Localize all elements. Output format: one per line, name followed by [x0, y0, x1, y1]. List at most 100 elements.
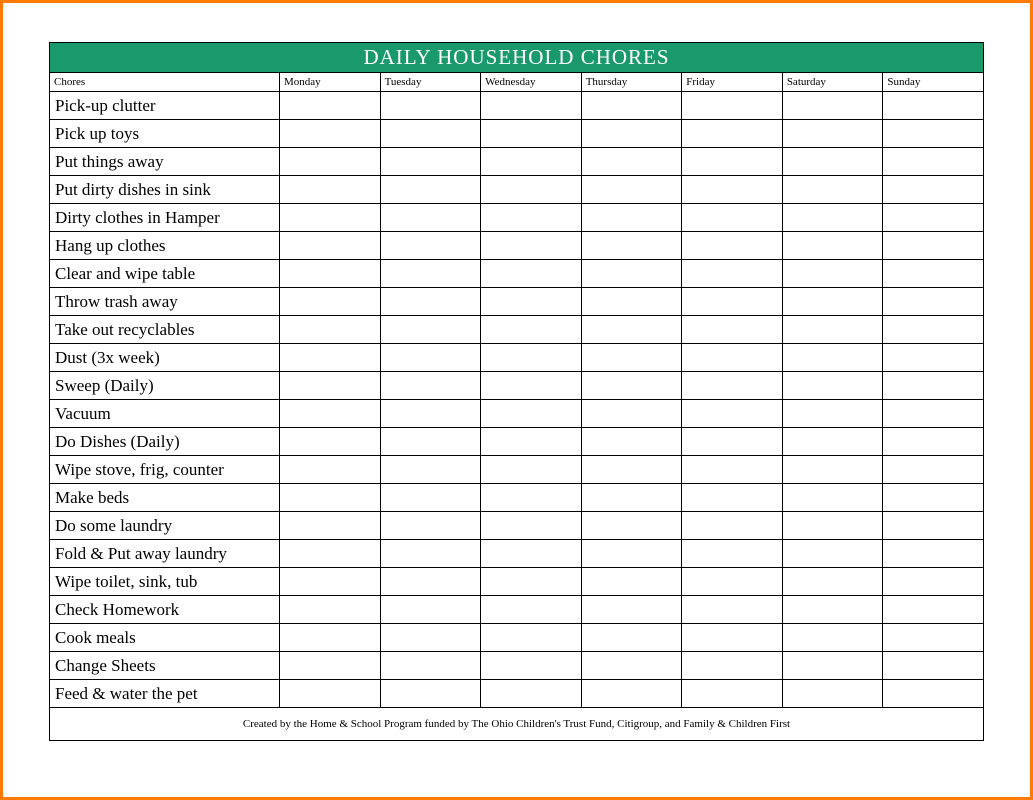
chore-day-cell[interactable] — [380, 540, 481, 568]
chore-day-cell[interactable] — [782, 372, 883, 400]
chore-day-cell[interactable] — [280, 316, 381, 344]
chore-day-cell[interactable] — [380, 204, 481, 232]
chore-day-cell[interactable] — [380, 344, 481, 372]
chore-day-cell[interactable] — [581, 232, 682, 260]
chore-day-cell[interactable] — [280, 232, 381, 260]
chore-day-cell[interactable] — [883, 204, 984, 232]
chore-day-cell[interactable] — [682, 652, 783, 680]
chore-day-cell[interactable] — [782, 288, 883, 316]
chore-day-cell[interactable] — [883, 400, 984, 428]
chore-day-cell[interactable] — [883, 316, 984, 344]
chore-day-cell[interactable] — [682, 512, 783, 540]
chore-day-cell[interactable] — [782, 316, 883, 344]
chore-day-cell[interactable] — [280, 596, 381, 624]
chore-day-cell[interactable] — [481, 260, 582, 288]
chore-day-cell[interactable] — [682, 288, 783, 316]
chore-day-cell[interactable] — [280, 512, 381, 540]
chore-day-cell[interactable] — [481, 92, 582, 120]
chore-day-cell[interactable] — [682, 428, 783, 456]
chore-day-cell[interactable] — [883, 344, 984, 372]
chore-day-cell[interactable] — [782, 232, 883, 260]
chore-day-cell[interactable] — [280, 680, 381, 708]
chore-day-cell[interactable] — [280, 372, 381, 400]
chore-day-cell[interactable] — [581, 568, 682, 596]
chore-day-cell[interactable] — [682, 540, 783, 568]
chore-day-cell[interactable] — [581, 120, 682, 148]
chore-day-cell[interactable] — [380, 120, 481, 148]
chore-day-cell[interactable] — [581, 624, 682, 652]
chore-day-cell[interactable] — [481, 680, 582, 708]
chore-day-cell[interactable] — [481, 596, 582, 624]
chore-day-cell[interactable] — [280, 148, 381, 176]
chore-day-cell[interactable] — [581, 344, 682, 372]
chore-day-cell[interactable] — [380, 372, 481, 400]
chore-day-cell[interactable] — [380, 288, 481, 316]
chore-day-cell[interactable] — [481, 400, 582, 428]
chore-day-cell[interactable] — [380, 260, 481, 288]
chore-day-cell[interactable] — [883, 456, 984, 484]
chore-day-cell[interactable] — [481, 484, 582, 512]
chore-day-cell[interactable] — [782, 120, 883, 148]
chore-day-cell[interactable] — [782, 568, 883, 596]
chore-day-cell[interactable] — [682, 344, 783, 372]
chore-day-cell[interactable] — [481, 316, 582, 344]
chore-day-cell[interactable] — [380, 680, 481, 708]
chore-day-cell[interactable] — [883, 232, 984, 260]
chore-day-cell[interactable] — [581, 316, 682, 344]
chore-day-cell[interactable] — [782, 540, 883, 568]
chore-day-cell[interactable] — [581, 680, 682, 708]
chore-day-cell[interactable] — [280, 568, 381, 596]
chore-day-cell[interactable] — [883, 568, 984, 596]
chore-day-cell[interactable] — [481, 372, 582, 400]
chore-day-cell[interactable] — [682, 568, 783, 596]
chore-day-cell[interactable] — [481, 540, 582, 568]
chore-day-cell[interactable] — [280, 344, 381, 372]
chore-day-cell[interactable] — [581, 288, 682, 316]
chore-day-cell[interactable] — [883, 484, 984, 512]
chore-day-cell[interactable] — [682, 596, 783, 624]
chore-day-cell[interactable] — [481, 148, 582, 176]
chore-day-cell[interactable] — [380, 92, 481, 120]
chore-day-cell[interactable] — [581, 260, 682, 288]
chore-day-cell[interactable] — [883, 596, 984, 624]
chore-day-cell[interactable] — [883, 92, 984, 120]
chore-day-cell[interactable] — [280, 176, 381, 204]
chore-day-cell[interactable] — [581, 148, 682, 176]
chore-day-cell[interactable] — [280, 484, 381, 512]
chore-day-cell[interactable] — [883, 624, 984, 652]
chore-day-cell[interactable] — [682, 680, 783, 708]
chore-day-cell[interactable] — [380, 316, 481, 344]
chore-day-cell[interactable] — [682, 400, 783, 428]
chore-day-cell[interactable] — [682, 120, 783, 148]
chore-day-cell[interactable] — [883, 540, 984, 568]
chore-day-cell[interactable] — [280, 540, 381, 568]
chore-day-cell[interactable] — [581, 400, 682, 428]
chore-day-cell[interactable] — [481, 568, 582, 596]
chore-day-cell[interactable] — [280, 260, 381, 288]
chore-day-cell[interactable] — [682, 176, 783, 204]
chore-day-cell[interactable] — [380, 176, 481, 204]
chore-day-cell[interactable] — [682, 372, 783, 400]
chore-day-cell[interactable] — [481, 456, 582, 484]
chore-day-cell[interactable] — [782, 596, 883, 624]
chore-day-cell[interactable] — [581, 372, 682, 400]
chore-day-cell[interactable] — [682, 456, 783, 484]
chore-day-cell[interactable] — [280, 288, 381, 316]
chore-day-cell[interactable] — [782, 260, 883, 288]
chore-day-cell[interactable] — [380, 568, 481, 596]
chore-day-cell[interactable] — [280, 456, 381, 484]
chore-day-cell[interactable] — [280, 428, 381, 456]
chore-day-cell[interactable] — [782, 176, 883, 204]
chore-day-cell[interactable] — [782, 680, 883, 708]
chore-day-cell[interactable] — [682, 624, 783, 652]
chore-day-cell[interactable] — [380, 148, 481, 176]
chore-day-cell[interactable] — [380, 400, 481, 428]
chore-day-cell[interactable] — [380, 652, 481, 680]
chore-day-cell[interactable] — [581, 176, 682, 204]
chore-day-cell[interactable] — [883, 652, 984, 680]
chore-day-cell[interactable] — [883, 120, 984, 148]
chore-day-cell[interactable] — [380, 596, 481, 624]
chore-day-cell[interactable] — [682, 316, 783, 344]
chore-day-cell[interactable] — [280, 120, 381, 148]
chore-day-cell[interactable] — [782, 428, 883, 456]
